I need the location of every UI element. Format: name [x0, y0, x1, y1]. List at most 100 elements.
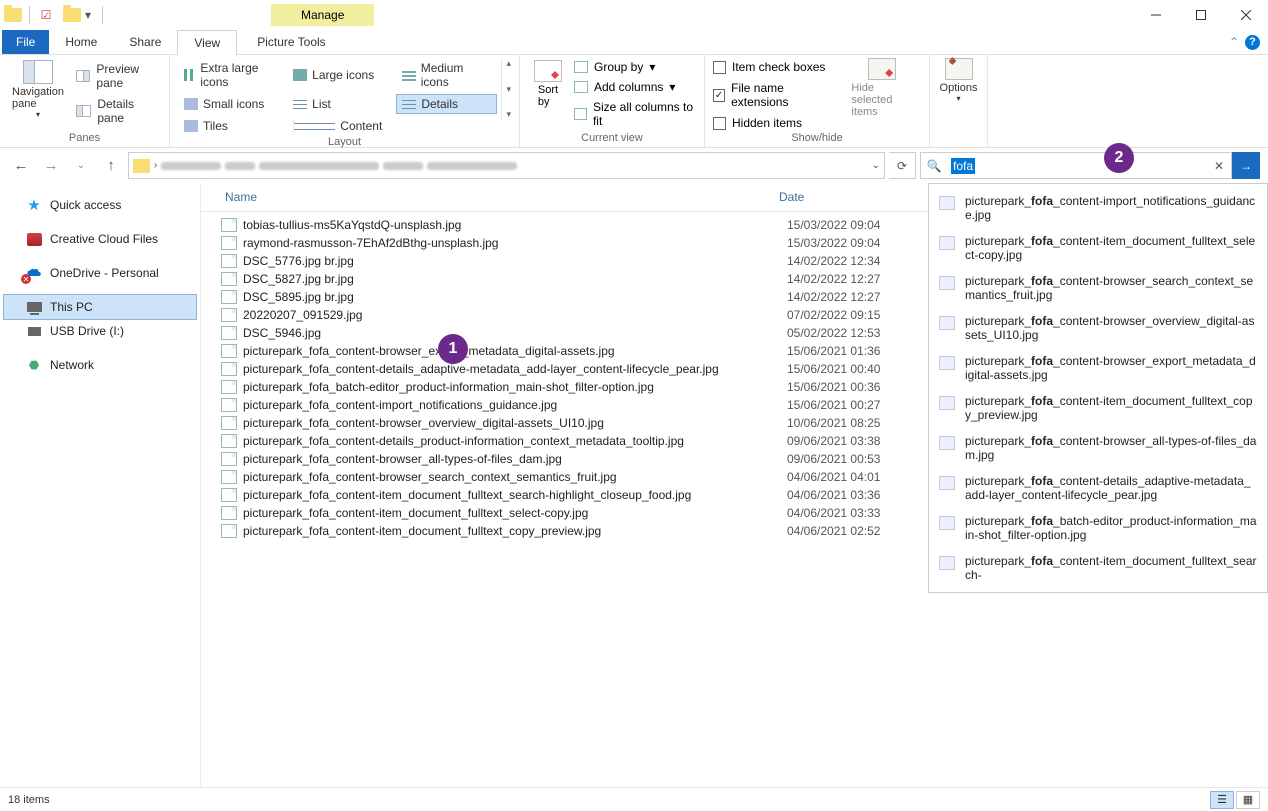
search-result-item[interactable]: picturepark_fofa_batch-editor_product-in… [929, 508, 1267, 548]
layout-scroll-down-icon[interactable]: ▾ [506, 84, 511, 95]
help-icon[interactable]: ? [1245, 35, 1260, 50]
search-result-item[interactable]: picturepark_fofa_content-item_document_f… [929, 388, 1267, 428]
file-name: picturepark_fofa_content-details_adaptiv… [243, 362, 787, 376]
layout-list[interactable]: List [287, 94, 388, 114]
address-bar[interactable]: › ⌄ [128, 152, 885, 179]
group-by-button[interactable]: Group by ▾ [574, 60, 696, 74]
layout-details[interactable]: Details [396, 94, 497, 114]
file-date: 15/06/2021 01:36 [787, 344, 937, 358]
sidebar-usb-drive[interactable]: USB Drive (I:) [4, 319, 196, 343]
file-name: picturepark_fofa_content-import_notifica… [243, 398, 787, 412]
file-name: picturepark_fofa_content-item_document_f… [243, 524, 787, 538]
layout-large[interactable]: Large icons [287, 58, 388, 92]
back-button[interactable]: ← [8, 153, 34, 179]
layout-small[interactable]: Small icons [178, 94, 279, 114]
file-date: 10/06/2021 08:25 [787, 416, 937, 430]
sidebar: ★Quick access Creative Cloud Files ✕ One… [0, 183, 200, 789]
image-file-icon [221, 272, 237, 286]
image-file-icon [221, 506, 237, 520]
file-date: 15/03/2022 09:04 [787, 218, 937, 232]
result-thumbnail-icon [939, 196, 955, 210]
options-button[interactable]: Options ▾ [938, 58, 979, 103]
qat-checkbox-icon[interactable]: ☑ [36, 5, 56, 25]
column-header-date[interactable]: Date [771, 187, 921, 207]
search-result-item[interactable]: picturepark_fofa_content-item_document_f… [929, 228, 1267, 268]
preview-pane-button[interactable]: Preview pane [76, 62, 161, 90]
ribbon-collapse-icon[interactable]: ⌃ [1229, 35, 1239, 49]
layout-tiles[interactable]: Tiles [178, 116, 279, 136]
file-date: 04/06/2021 03:36 [787, 488, 937, 502]
maximize-button[interactable] [1178, 0, 1223, 30]
file-date: 09/06/2021 00:53 [787, 452, 937, 466]
search-go-button[interactable]: → [1232, 152, 1260, 179]
group-label-layout: Layout [178, 136, 511, 151]
up-button[interactable]: ↑ [98, 153, 124, 179]
file-name: picturepark_fofa_content-item_document_f… [243, 506, 787, 520]
result-filename: picturepark_fofa_content-item_document_f… [965, 234, 1257, 262]
search-query[interactable]: fofa [951, 158, 975, 174]
size-columns-button[interactable]: Size all columns to fit [574, 100, 696, 128]
tab-share[interactable]: Share [113, 30, 177, 54]
view-details-icon[interactable]: ☰ [1210, 791, 1234, 809]
search-results-dropdown: picturepark_fofa_content-import_notifica… [928, 183, 1268, 593]
file-date: 15/06/2021 00:36 [787, 380, 937, 394]
forward-button[interactable]: → [38, 153, 64, 179]
tab-home[interactable]: Home [49, 30, 113, 54]
hidden-items-toggle[interactable]: Hidden items [713, 116, 835, 130]
sidebar-onedrive[interactable]: ✕ OneDrive - Personal [4, 261, 196, 285]
breadcrumb-path [161, 159, 867, 173]
sidebar-network[interactable]: ⬣Network [4, 353, 196, 377]
folder-icon [3, 5, 23, 25]
sidebar-quick-access[interactable]: ★Quick access [4, 193, 196, 217]
image-file-icon [221, 254, 237, 268]
search-result-item[interactable]: picturepark_fofa_content-import_notifica… [929, 188, 1267, 228]
search-clear-button[interactable]: ✕ [1207, 159, 1231, 173]
layout-content[interactable]: Content [287, 116, 388, 136]
tab-view[interactable]: View [177, 30, 237, 56]
file-extensions-toggle[interactable]: ✓File name extensions [713, 81, 835, 109]
sidebar-creative-cloud[interactable]: Creative Cloud Files [4, 227, 196, 251]
search-result-item[interactable]: picturepark_fofa_content-item_document_f… [929, 548, 1267, 588]
qat-dropdown-icon[interactable]: ▾ [85, 8, 99, 22]
file-name: DSC_5946.jpg [243, 326, 787, 340]
search-box[interactable]: 🔍 fofa ✕ [920, 152, 1232, 179]
breadcrumb-dropdown-icon[interactable]: ⌄ [872, 160, 880, 171]
search-result-item[interactable]: picturepark_fofa_content-browser_all-typ… [929, 428, 1267, 468]
close-button[interactable] [1223, 0, 1268, 30]
sort-by-button[interactable]: Sort by [528, 58, 568, 128]
layout-scroll-up-icon[interactable]: ▴ [506, 58, 511, 69]
nav-row: ← → ⌄ ↑ › ⌄ ⟳ 🔍 fofa ✕ → [0, 148, 1268, 183]
details-pane-button[interactable]: Details pane [76, 97, 161, 125]
search-result-item[interactable]: picturepark_fofa_content-details_adaptiv… [929, 468, 1267, 508]
search-result-item[interactable]: picturepark_fofa_content-browser_search_… [929, 268, 1267, 308]
refresh-button[interactable]: ⟳ [889, 152, 916, 179]
result-filename: picturepark_fofa_batch-editor_product-in… [965, 514, 1257, 542]
titlebar: ☑ ▾ Manage [0, 0, 1268, 30]
file-name: picturepark_fofa_content-browser_overvie… [243, 416, 787, 430]
add-columns-button[interactable]: Add columns ▾ [574, 80, 696, 94]
view-thumbnails-icon[interactable]: ▦ [1236, 791, 1260, 809]
hide-selected-button[interactable]: Hide selected items [843, 58, 921, 118]
search-result-item[interactable]: picturepark_fofa_content-browser_export_… [929, 348, 1267, 388]
group-label-current-view: Current view [528, 132, 696, 147]
file-date: 09/06/2021 03:38 [787, 434, 937, 448]
item-checkboxes-toggle[interactable]: Item check boxes [713, 60, 835, 74]
tab-file[interactable]: File [2, 30, 49, 54]
column-header-name[interactable]: Name [201, 187, 771, 207]
search-result-item[interactable]: picturepark_fofa_content-browser_overvie… [929, 308, 1267, 348]
sidebar-this-pc[interactable]: This PC [4, 295, 196, 319]
layout-more-icon[interactable]: ▾ [506, 109, 511, 120]
result-filename: picturepark_fofa_content-browser_all-typ… [965, 434, 1257, 462]
recent-dropdown-icon[interactable]: ⌄ [68, 153, 94, 179]
contextual-tab-manage[interactable]: Manage [271, 4, 374, 26]
image-file-icon [221, 236, 237, 250]
result-filename: picturepark_fofa_content-browser_export_… [965, 354, 1257, 382]
image-file-icon [221, 452, 237, 466]
layout-extra-large[interactable]: Extra large icons [178, 58, 279, 92]
tab-picture-tools[interactable]: Picture Tools [241, 30, 341, 54]
navigation-pane-button[interactable]: Navigation pane ▾ [8, 58, 68, 121]
result-thumbnail-icon [939, 276, 955, 290]
layout-medium[interactable]: Medium icons [396, 58, 497, 92]
file-name: DSC_5827.jpg br.jpg [243, 272, 787, 286]
minimize-button[interactable] [1133, 0, 1178, 30]
